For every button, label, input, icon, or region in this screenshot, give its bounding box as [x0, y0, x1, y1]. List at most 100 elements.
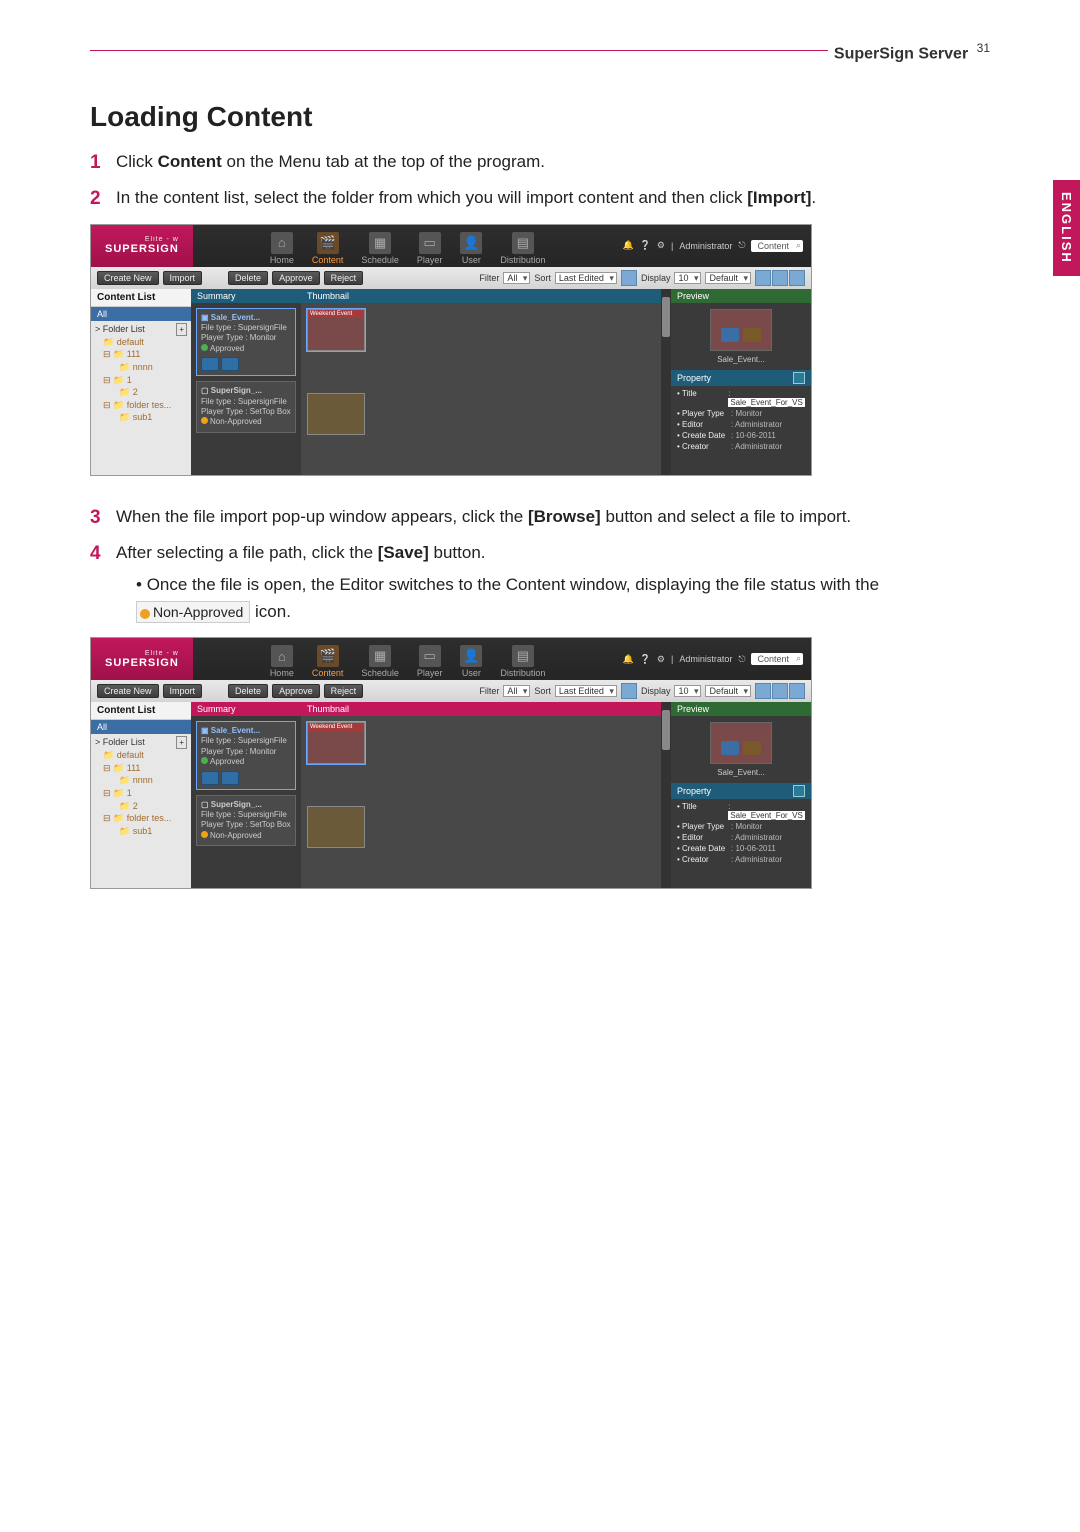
summary-card-supersign[interactable]: ▢ SuperSign_... File type : SupersignFil… — [196, 795, 296, 847]
summary-card-sale-event[interactable]: ▣ Sale_Event... File type : SupersignFil… — [196, 721, 296, 790]
thumbnail-item[interactable] — [307, 393, 365, 435]
gear-icon[interactable]: ⚙ — [657, 654, 665, 665]
tab-content[interactable]: 🎬Content — [312, 232, 344, 265]
tab-schedule[interactable]: ▦Schedule — [361, 645, 399, 678]
tab-user-label: User — [460, 255, 482, 265]
search-input[interactable]: Content — [751, 240, 803, 252]
sort-select[interactable]: Last Edited — [555, 685, 617, 697]
display-select[interactable]: 10 — [674, 272, 701, 284]
reject-button[interactable]: Reject — [324, 684, 364, 698]
tree-folder[interactable]: 📁 2 — [103, 386, 187, 399]
view-detail-icon[interactable] — [772, 270, 788, 286]
user-icon: 👤 — [460, 645, 482, 667]
screenshot-1: Elite - w SUPERSIGN ⌂Home 🎬Content ▦Sche… — [90, 224, 812, 476]
view-list-icon[interactable] — [755, 270, 771, 286]
create-new-button[interactable]: Create New — [97, 271, 159, 285]
tree-folder[interactable]: ⊟ 📁 folder tes... — [103, 399, 187, 412]
logo-subtext: Elite - w — [105, 650, 179, 657]
view-thumb-icon[interactable] — [789, 270, 805, 286]
delete-button[interactable]: Delete — [228, 684, 268, 698]
add-folder-icon[interactable]: + — [176, 323, 187, 336]
tab-distribution[interactable]: ▤Distribution — [500, 232, 545, 265]
summary-card-supersign[interactable]: ▢ SuperSign_... File type : SupersignFil… — [196, 381, 296, 433]
create-new-button[interactable]: Create New — [97, 684, 159, 698]
default-select[interactable]: Default — [705, 272, 751, 284]
gear-icon[interactable]: ⚙ — [657, 240, 665, 251]
tree-folder[interactable]: 📁 nnnn — [103, 361, 187, 374]
property-title-input[interactable]: Sale_Event_For_VS — [728, 811, 805, 820]
content-list-all[interactable]: All — [91, 720, 191, 734]
card-action-icon[interactable] — [201, 357, 219, 371]
tree-folder[interactable]: 📁 default — [103, 336, 187, 349]
tab-content-label: Content — [312, 668, 344, 678]
tab-home-label: Home — [270, 668, 294, 678]
card-action-icon[interactable] — [221, 357, 239, 371]
property-title-input[interactable]: Sale_Event_For_VS — [728, 398, 805, 407]
add-folder-icon[interactable]: + — [176, 736, 187, 749]
scrollbar[interactable] — [661, 702, 671, 888]
tree-folder[interactable]: ⊟ 📁 1 — [103, 787, 187, 800]
thumbnail-item[interactable]: Weekend Event — [307, 722, 365, 764]
view-thumb-icon[interactable] — [789, 683, 805, 699]
tree-folder[interactable]: 📁 default — [103, 749, 187, 762]
tab-user[interactable]: 👤User — [460, 645, 482, 678]
tab-content[interactable]: 🎬Content — [312, 645, 344, 678]
notify-icon[interactable]: 🔔 — [622, 654, 633, 665]
search-input[interactable]: Content — [751, 653, 803, 665]
sort-select[interactable]: Last Edited — [555, 272, 617, 284]
help-icon[interactable]: ❔ — [640, 240, 651, 251]
thumbnail-item[interactable]: Weekend Event — [307, 309, 365, 351]
account-label[interactable]: Administrator — [679, 241, 732, 251]
step-number: 3 — [90, 503, 101, 532]
tree-folder[interactable]: 📁 2 — [103, 800, 187, 813]
help-icon[interactable]: ❔ — [640, 654, 651, 665]
filter-select[interactable]: All — [503, 272, 530, 284]
folder-list-label[interactable]: > Folder List — [95, 736, 145, 749]
card-action-icon[interactable] — [221, 771, 239, 785]
tab-player[interactable]: ▭Player — [417, 645, 443, 678]
tab-schedule[interactable]: ▦Schedule — [361, 232, 399, 265]
expand-icon[interactable] — [793, 785, 805, 797]
approve-button[interactable]: Approve — [272, 271, 320, 285]
card-filetype: File type : SupersignFile — [201, 323, 291, 333]
view-detail-icon[interactable] — [772, 683, 788, 699]
folder-list-label[interactable]: > Folder List — [95, 323, 145, 336]
approve-button[interactable]: Approve — [272, 684, 320, 698]
expand-icon[interactable] — [793, 372, 805, 384]
default-select[interactable]: Default — [705, 685, 751, 697]
tab-distribution[interactable]: ▤Distribution — [500, 645, 545, 678]
logout-icon[interactable]: ⎋ — [738, 654, 745, 665]
tree-folder[interactable]: 📁 nnnn — [103, 774, 187, 787]
tree-folder[interactable]: ⊟ 📁 111 — [103, 348, 187, 361]
filter-select[interactable]: All — [503, 685, 530, 697]
tree-folder[interactable]: ⊟ 📁 folder tes... — [103, 812, 187, 825]
notify-icon[interactable]: 🔔 — [622, 240, 633, 251]
scrollbar[interactable] — [661, 289, 671, 475]
import-button[interactable]: Import — [163, 271, 203, 285]
account-label[interactable]: Administrator — [679, 654, 732, 664]
app-logo: Elite - w SUPERSIGN — [91, 225, 193, 267]
display-select[interactable]: 10 — [674, 685, 701, 697]
scrollbar-thumb[interactable] — [662, 297, 670, 337]
import-button[interactable]: Import — [163, 684, 203, 698]
delete-button[interactable]: Delete — [228, 271, 268, 285]
content-list-all[interactable]: All — [91, 307, 191, 321]
tab-home[interactable]: ⌂Home — [270, 232, 294, 265]
filter-label: Filter — [479, 273, 499, 283]
thumbnail-item[interactable] — [307, 806, 365, 848]
tab-user[interactable]: 👤User — [460, 232, 482, 265]
reject-button[interactable]: Reject — [324, 271, 364, 285]
view-list-icon[interactable] — [755, 683, 771, 699]
tab-home[interactable]: ⌂Home — [270, 645, 294, 678]
tree-folder[interactable]: ⊟ 📁 111 — [103, 762, 187, 775]
logout-icon[interactable]: ⎋ — [738, 240, 745, 251]
sort-dir-icon[interactable] — [621, 683, 637, 699]
sort-dir-icon[interactable] — [621, 270, 637, 286]
tab-player[interactable]: ▭Player — [417, 232, 443, 265]
summary-card-sale-event[interactable]: ▣ Sale_Event... File type : SupersignFil… — [196, 308, 296, 377]
tree-folder[interactable]: 📁 sub1 — [103, 411, 187, 424]
card-action-icon[interactable] — [201, 771, 219, 785]
tree-folder[interactable]: 📁 sub1 — [103, 825, 187, 838]
scrollbar-thumb[interactable] — [662, 710, 670, 750]
tree-folder[interactable]: ⊟ 📁 1 — [103, 374, 187, 387]
